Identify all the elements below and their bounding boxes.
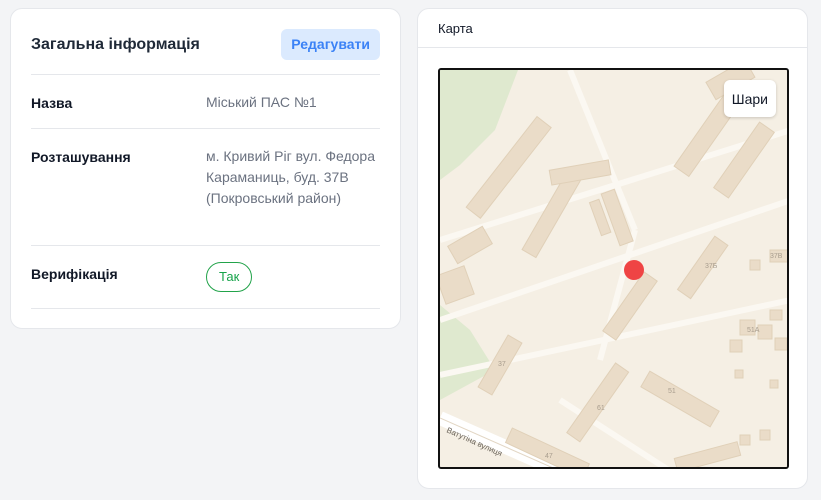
map-layers-button[interactable]: Шари xyxy=(723,80,776,117)
info-row-location: Розташування м. Кривий Ріг вул. Федора К… xyxy=(31,129,380,246)
info-row-value: м. Кривий Ріг вул. Федора Караманиць, бу… xyxy=(206,148,375,206)
general-info-card: Загальна інформація Редагувати Назва Міс… xyxy=(10,8,401,329)
map-house-label: 51 xyxy=(668,388,676,395)
info-rows: Назва Міський ПАС №1 Розташування м. Кри… xyxy=(31,74,380,309)
map-house-label: 37 xyxy=(498,361,506,368)
location-marker-icon[interactable] xyxy=(624,260,644,280)
map-view[interactable]: 37 37Б 37В 61 47 51 51А Ватутіна вулиця … xyxy=(438,68,789,469)
map-house-label: 51А xyxy=(747,327,760,334)
map-house-label: 47 xyxy=(545,453,553,460)
map-tiles: 37 37Б 37В 61 47 51 51А Ватутіна вулиця xyxy=(440,70,787,467)
map-house-label: 37Б xyxy=(705,263,718,270)
info-row-label: Розташування xyxy=(31,149,131,165)
general-info-title: Загальна інформація xyxy=(31,36,200,53)
edit-button[interactable]: Редагувати xyxy=(281,29,380,60)
map-header: Карта xyxy=(418,9,807,48)
map-house-label: 61 xyxy=(597,405,605,412)
info-row-label: Назва xyxy=(31,95,73,111)
general-info-header: Загальна інформація Редагувати xyxy=(31,29,380,61)
info-row-name: Назва Міський ПАС №1 xyxy=(31,75,380,129)
map-title: Карта xyxy=(438,21,473,36)
info-row-label: Верифікація xyxy=(31,266,118,282)
verification-badge: Так xyxy=(206,262,253,292)
map-house-label: 37В xyxy=(770,253,783,260)
info-row-value: Міський ПАС №1 xyxy=(206,94,317,110)
map-card: Карта 37 37Б 37В 61 47 51 51А Ватутіна в… xyxy=(417,8,808,489)
info-row-verification: Верифікація Так xyxy=(31,246,380,309)
